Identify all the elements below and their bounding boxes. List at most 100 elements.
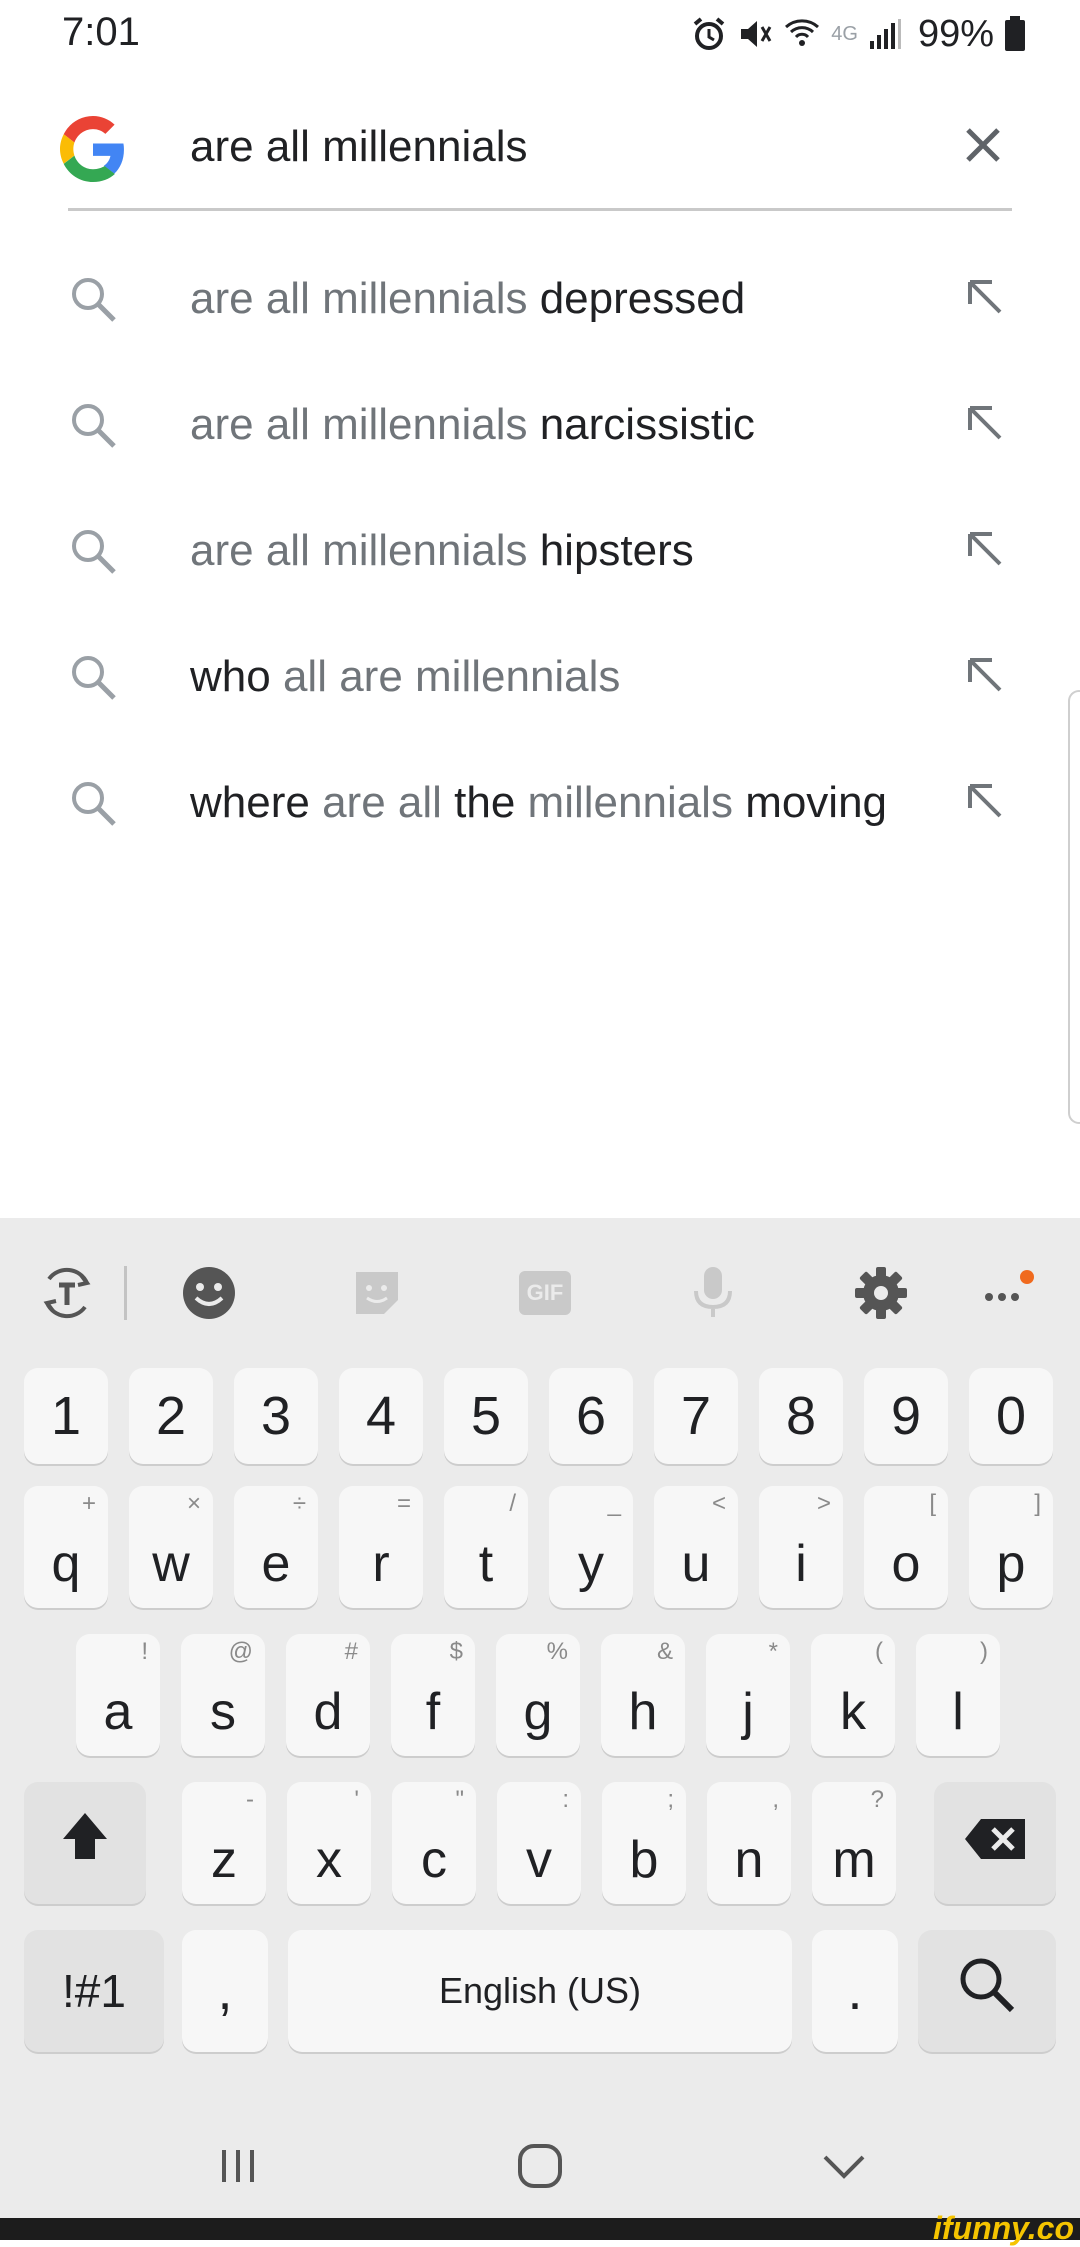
search-bar[interactable]: are all millennials (60, 108, 1012, 211)
backspace-icon (963, 1812, 1027, 1874)
suggestion-item[interactable]: are all millennials depressed (0, 244, 1080, 370)
key-0[interactable]: 0 (969, 1368, 1053, 1464)
key-l[interactable]: ) l (916, 1634, 1000, 1756)
key-hint: $ (449, 1638, 463, 1665)
battery-percent: 99% (917, 12, 994, 55)
key-m[interactable]: ? m (812, 1782, 896, 1904)
key-n[interactable]: ,n (707, 1782, 791, 1904)
key-e[interactable]: ÷ e (234, 1486, 318, 1608)
fill-query-arrow-icon[interactable] (962, 526, 1008, 572)
key-hint: + (81, 1490, 96, 1517)
key-1[interactable]: 1 (24, 1368, 108, 1464)
period-key[interactable]: . (812, 1930, 898, 2052)
key-7[interactable]: 7 (654, 1368, 738, 1464)
key-o[interactable]: [o (864, 1486, 948, 1608)
key-8[interactable]: 8 (759, 1368, 843, 1464)
key-f[interactable]: $ f (391, 1634, 475, 1756)
microphone-icon[interactable] (678, 1258, 748, 1328)
key-p[interactable]: ] p (969, 1486, 1053, 1608)
suggestion-item[interactable]: are all millennials narcissistic (0, 370, 1080, 496)
recent-apps-icon[interactable] (208, 2136, 268, 2196)
keyboard-toolbar: GIF (0, 1218, 1080, 1368)
search-input[interactable]: are all millennials (190, 122, 527, 172)
key-letter: j (742, 1683, 754, 1741)
key-5[interactable]: 5 (444, 1368, 528, 1464)
key-hint: & (656, 1638, 673, 1665)
suggestion-text-part: millennials (527, 778, 746, 827)
suggestion-text: where are all the millennials moving (190, 778, 887, 828)
key-letter: i (795, 1535, 807, 1593)
comma-key[interactable]: , (182, 1930, 268, 2052)
key-4[interactable]: 4 (339, 1368, 423, 1464)
key-u[interactable]: < u (654, 1486, 738, 1608)
close-icon[interactable] (958, 120, 1008, 170)
key-d[interactable]: # d (286, 1634, 370, 1756)
settings-gear-icon[interactable] (846, 1258, 916, 1328)
suggestion-item[interactable]: are all millennials hipsters (0, 496, 1080, 622)
key-3[interactable]: 3 (234, 1368, 318, 1464)
keyboard: GIF 1 2 3 4 5 6 7 8 9 0 + q × w ÷ e = r / t _ y < u > i[o] p! a @ s # d… (0, 1218, 1080, 2218)
key-x[interactable]: ' x (287, 1782, 371, 1904)
space-key[interactable]: English (US) (288, 1930, 792, 2052)
battery-icon (1004, 16, 1026, 52)
key-6[interactable]: 6 (549, 1368, 633, 1464)
key-z[interactable]: -z (182, 1782, 266, 1904)
wifi-calling-icon (783, 15, 821, 53)
key-hint: ' (354, 1786, 359, 1813)
key-h[interactable]: & h (601, 1634, 685, 1756)
fill-query-arrow-icon[interactable] (962, 400, 1008, 446)
status-bar: 7:01 4G 99% (0, 0, 1080, 70)
key-hint: ( (875, 1638, 883, 1665)
key-t[interactable]: / t (444, 1486, 528, 1608)
alarm-icon (691, 16, 727, 52)
fill-query-arrow-icon[interactable] (962, 652, 1008, 698)
key-y[interactable]: _ y (549, 1486, 633, 1608)
gif-icon[interactable]: GIF (510, 1258, 580, 1328)
key-letter: h (628, 1683, 658, 1741)
suggestion-text-part: are all millennials (190, 400, 540, 449)
key-hint: : (562, 1786, 569, 1813)
fill-query-arrow-icon[interactable] (962, 274, 1008, 320)
key-letter: y (578, 1535, 604, 1593)
symbols-key[interactable]: !#1 (24, 1930, 164, 2052)
shift-icon (57, 1809, 113, 1878)
hide-keyboard-icon[interactable] (814, 2136, 874, 2196)
emoji-icon[interactable] (174, 1258, 244, 1328)
key-hint: ] (1034, 1490, 1041, 1517)
key-g[interactable]: % g (496, 1634, 580, 1756)
key-a[interactable]: ! a (76, 1634, 160, 1756)
backspace-key[interactable] (934, 1782, 1056, 1904)
text-translate-icon[interactable] (32, 1258, 102, 1328)
more-options-icon[interactable] (972, 1258, 1042, 1328)
key-b[interactable]: ; b (602, 1782, 686, 1904)
suggestion-text-part: are all millennials (190, 526, 540, 575)
key-r[interactable]: = r (339, 1486, 423, 1608)
key-q[interactable]: + q (24, 1486, 108, 1608)
key-i[interactable]: > i (759, 1486, 843, 1608)
key-hint: [ (929, 1490, 936, 1517)
key-2[interactable]: 2 (129, 1368, 213, 1464)
sticker-icon[interactable] (342, 1258, 412, 1328)
suggestion-item[interactable]: who all are millennials (0, 622, 1080, 748)
key-9[interactable]: 9 (864, 1368, 948, 1464)
key-s[interactable]: @ s (181, 1634, 265, 1756)
key-w[interactable]: × w (129, 1486, 213, 1608)
key-k[interactable]: (k (811, 1634, 895, 1756)
home-icon[interactable] (510, 2136, 570, 2196)
key-v[interactable]: :v (497, 1782, 581, 1904)
key-letter: v (526, 1831, 552, 1889)
shift-key[interactable] (24, 1782, 146, 1904)
search-key[interactable] (918, 1930, 1056, 2052)
suggestion-item[interactable]: where are all the millennials moving (0, 748, 1080, 874)
key-hint: = (396, 1490, 411, 1517)
key-c[interactable]: " c (392, 1782, 476, 1904)
suggestion-text-part: hipsters (539, 526, 694, 575)
key-hint: > (816, 1490, 831, 1517)
key-hint: - (246, 1786, 254, 1813)
key-j[interactable]: * j (706, 1634, 790, 1756)
status-time: 7:01 (62, 10, 140, 54)
key-letter: x (316, 1831, 342, 1889)
key-hint: # (344, 1638, 358, 1665)
fill-query-arrow-icon[interactable] (962, 778, 1008, 824)
suggestion-text-part: who (190, 652, 283, 701)
